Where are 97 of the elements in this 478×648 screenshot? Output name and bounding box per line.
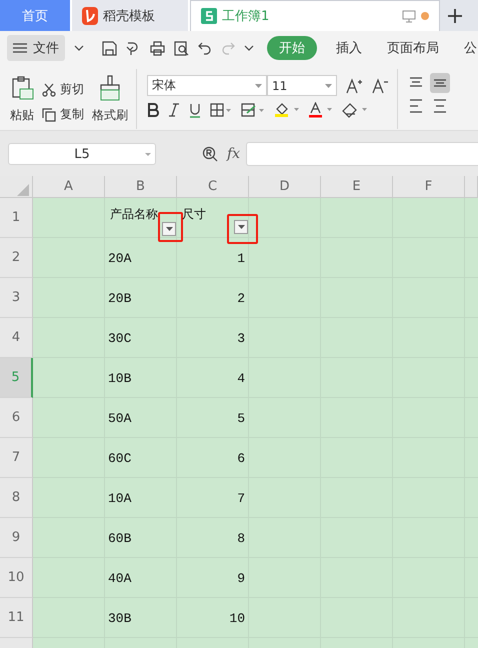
dropdown-arrow-icon: [145, 153, 151, 156]
cell-text: 30B: [108, 610, 132, 626]
cell-text: 8: [237, 530, 245, 546]
row-header[interactable]: 9: [0, 518, 33, 558]
paste-button[interactable]: 粘贴: [10, 107, 34, 124]
format-painter-button[interactable]: 格式刷: [92, 107, 128, 124]
dropdown-arrow-icon: [255, 84, 262, 88]
tab-label: 工作簿1: [222, 8, 270, 25]
filter-button[interactable]: [234, 220, 248, 234]
column-header[interactable]: B: [105, 176, 177, 198]
conditional-format-icon[interactable]: [241, 103, 265, 117]
row-header[interactable]: 6: [0, 398, 33, 438]
chevron-down-icon[interactable]: [74, 45, 84, 51]
cell-text: 7: [237, 490, 245, 506]
row-header[interactable]: 10: [0, 558, 33, 598]
menu-icon: [13, 43, 27, 53]
row-header[interactable]: 3: [0, 278, 33, 318]
dropdown-arrow-icon: [325, 84, 332, 88]
insert-function-button[interactable]: fx: [227, 146, 240, 162]
highlight-box: [158, 212, 183, 242]
tab-label: 稻壳模板: [103, 8, 155, 24]
ribbon-tab[interactable]: 开始: [267, 36, 317, 60]
file-menu-button[interactable]: 文件: [7, 35, 65, 61]
spreadsheet-logo-icon: [201, 8, 217, 24]
row-header[interactable]: 7: [0, 438, 33, 478]
print-preview-icon[interactable]: [174, 40, 189, 56]
cell-text: 尺寸: [182, 206, 206, 223]
cell-text: 60C: [108, 450, 132, 466]
row-header[interactable]: 1: [0, 198, 33, 238]
cell-text: 10B: [108, 370, 132, 386]
column-header[interactable]: D: [249, 176, 321, 198]
cell-text: 6: [237, 450, 245, 466]
underline-icon[interactable]: [189, 102, 201, 118]
caret-down-icon: [166, 227, 172, 231]
row-header[interactable]: 4: [0, 318, 33, 358]
undo-icon[interactable]: [198, 41, 212, 55]
filter-button[interactable]: [162, 222, 176, 236]
font-size-select[interactable]: 11: [267, 75, 337, 96]
chevron-down-icon[interactable]: [244, 45, 254, 51]
row-header[interactable]: 8: [0, 478, 33, 518]
row-header[interactable]: 11: [0, 598, 33, 638]
caret-down-icon: [238, 225, 244, 229]
font-color-icon[interactable]: [309, 102, 333, 118]
zoom-icon[interactable]: [202, 146, 218, 162]
ribbon-tab[interactable]: 公: [458, 36, 478, 60]
cell-text: 5: [237, 410, 245, 426]
ribbon-tab[interactable]: 页面布局: [381, 36, 445, 60]
cell-text: 30C: [108, 330, 132, 346]
copy-button[interactable]: 复制: [42, 106, 84, 123]
column-header[interactable]: F: [393, 176, 465, 198]
copy-icon: [42, 108, 56, 122]
column-header[interactable]: A: [33, 176, 105, 198]
highlight-box: [227, 214, 258, 244]
bold-icon[interactable]: [147, 103, 159, 117]
print-icon[interactable]: [150, 40, 165, 56]
scissors-icon: [42, 82, 56, 96]
ribbon-tab[interactable]: 插入: [330, 36, 368, 60]
cell-text: 1: [237, 250, 245, 266]
font-name: 宋体: [152, 77, 176, 94]
eraser-icon[interactable]: [342, 102, 368, 118]
font-size: 11: [272, 78, 288, 92]
monitor-icon: [402, 10, 416, 22]
save-icon[interactable]: [102, 40, 117, 56]
tab-label: 首页: [22, 8, 48, 24]
column-header[interactable]: E: [321, 176, 393, 198]
cell-text: 9: [237, 570, 245, 586]
decrease-font-icon[interactable]: [372, 78, 389, 94]
paintbrush-icon[interactable]: [99, 75, 121, 101]
cell-text: 4: [237, 370, 245, 386]
row-header[interactable]: 2: [0, 238, 33, 278]
cell-text: 40A: [108, 570, 132, 586]
tab[interactable]: 首页: [0, 0, 72, 31]
borders-icon[interactable]: [210, 103, 232, 117]
font-select[interactable]: 宋体: [147, 75, 267, 96]
name-box[interactable]: L5: [8, 143, 156, 165]
fill-color-icon[interactable]: [274, 102, 300, 118]
align-middle-icon[interactable]: [430, 73, 450, 93]
cell-text: 10: [229, 610, 245, 626]
tab[interactable]: 工作簿1: [190, 0, 440, 31]
cell-text: 2: [237, 290, 245, 306]
cell-text: 20A: [108, 250, 132, 266]
formula-input[interactable]: [246, 142, 478, 166]
flame-logo-icon: [82, 6, 98, 24]
monitor-icon[interactable]: [402, 10, 416, 22]
cell-text: 3: [237, 330, 245, 346]
cell-text: 10A: [108, 490, 132, 506]
clipboard-icon[interactable]: [10, 75, 34, 101]
cut-button[interactable]: 剪切: [42, 81, 84, 98]
italic-icon[interactable]: [168, 103, 180, 117]
cell-text: 20B: [108, 290, 132, 306]
column-header[interactable]: C: [177, 176, 249, 198]
cell-text: 产品名称: [110, 206, 158, 223]
increase-font-icon[interactable]: [346, 78, 363, 94]
cell-text: 50A: [108, 410, 132, 426]
plus-icon[interactable]: [448, 8, 462, 22]
row-header[interactable]: 5: [0, 358, 33, 398]
cell-text: 60B: [108, 530, 132, 546]
